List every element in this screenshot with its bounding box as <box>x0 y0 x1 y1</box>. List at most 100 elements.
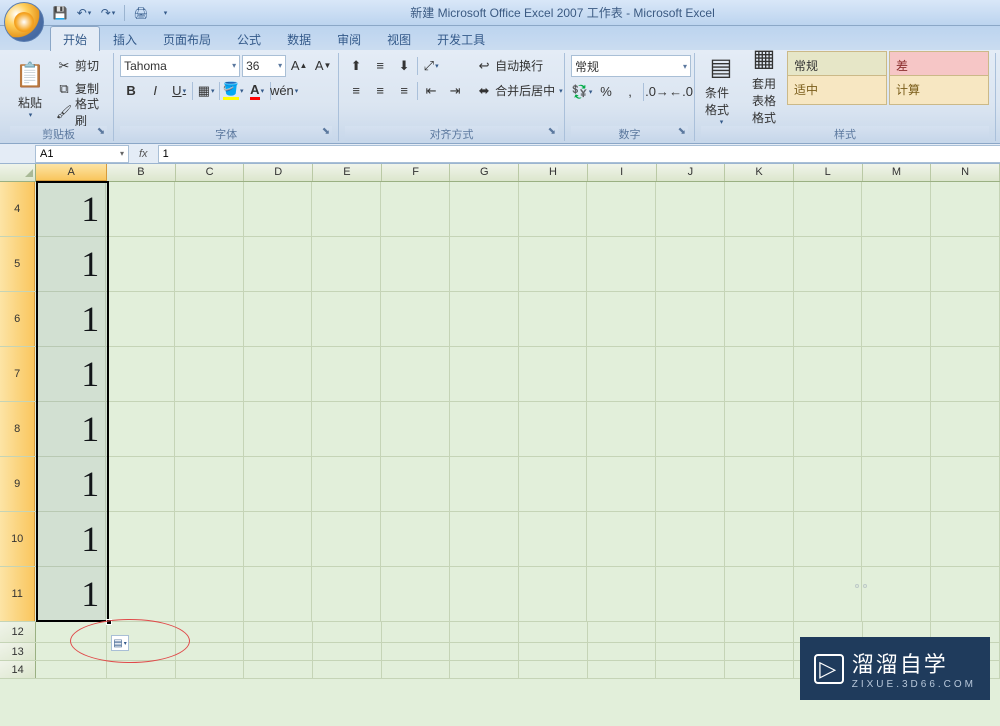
cell-F13[interactable] <box>382 643 451 660</box>
cell-J7[interactable] <box>656 347 725 401</box>
cell-D9[interactable] <box>244 457 313 511</box>
cell-L7[interactable] <box>794 347 863 401</box>
merge-center-button[interactable]: ⬌合并后居中▾ <box>473 80 573 101</box>
cell-N10[interactable] <box>931 512 1000 566</box>
col-header-B[interactable]: B <box>107 164 176 181</box>
tab-data[interactable]: 数据 <box>274 26 324 51</box>
cell-A14[interactable] <box>36 661 107 678</box>
cell-K9[interactable] <box>725 457 794 511</box>
row-header-11[interactable]: 11 <box>0 567 36 621</box>
cell-L10[interactable] <box>794 512 863 566</box>
cell-H5[interactable] <box>519 237 588 291</box>
cell-J10[interactable] <box>656 512 725 566</box>
cell-style-neutral[interactable]: 适中 <box>787 75 887 105</box>
cell-B11[interactable] <box>106 567 175 621</box>
cell-M10[interactable] <box>862 512 931 566</box>
col-header-M[interactable]: M <box>863 164 932 181</box>
cell-A11[interactable]: 1 <box>35 567 106 621</box>
align-middle-button[interactable]: ≡ <box>369 55 391 76</box>
office-button[interactable] <box>4 2 44 42</box>
cell-D14[interactable] <box>244 661 313 678</box>
row-header-4[interactable]: 4 <box>0 182 36 236</box>
cell-C14[interactable] <box>176 661 245 678</box>
font-size-combo[interactable]: 36▾ <box>242 55 286 77</box>
increase-indent-button[interactable]: ⇥ <box>444 80 466 101</box>
cell-I7[interactable] <box>587 347 656 401</box>
grow-font-button[interactable]: A▲ <box>288 55 310 76</box>
fill-color-button[interactable]: 🪣▾ <box>222 80 244 101</box>
cell-C12[interactable] <box>176 622 245 642</box>
cell-B7[interactable] <box>106 347 175 401</box>
cell-G6[interactable] <box>450 292 519 346</box>
cell-N8[interactable] <box>931 402 1000 456</box>
cell-I12[interactable] <box>588 622 657 642</box>
cell-F14[interactable] <box>382 661 451 678</box>
qat-customize-icon[interactable]: ▾ <box>155 3 175 23</box>
cell-J8[interactable] <box>656 402 725 456</box>
cell-K8[interactable] <box>725 402 794 456</box>
cell-I8[interactable] <box>587 402 656 456</box>
cell-E5[interactable] <box>312 237 381 291</box>
cell-G13[interactable] <box>450 643 519 660</box>
col-header-N[interactable]: N <box>931 164 1000 181</box>
align-top-button[interactable]: ⬆ <box>345 55 367 76</box>
col-header-A[interactable]: A <box>36 164 107 182</box>
decrease-decimal-button[interactable]: ←.0 <box>670 81 692 102</box>
row-header-14[interactable]: 14 <box>0 661 36 678</box>
qat-redo-icon[interactable]: ↷▾ <box>98 3 118 23</box>
col-header-C[interactable]: C <box>176 164 245 181</box>
cell-M8[interactable] <box>862 402 931 456</box>
align-left-button[interactable]: ≡ <box>345 80 367 101</box>
decrease-indent-button[interactable]: ⇤ <box>420 80 442 101</box>
align-bottom-button[interactable]: ⬇ <box>393 55 415 76</box>
cell-K11[interactable] <box>725 567 794 621</box>
bold-button[interactable]: B <box>120 80 142 101</box>
cell-F5[interactable] <box>381 237 450 291</box>
cell-J13[interactable] <box>656 643 725 660</box>
tab-developer[interactable]: 开发工具 <box>424 26 498 51</box>
cell-C7[interactable] <box>175 347 244 401</box>
cell-N7[interactable] <box>931 347 1000 401</box>
cell-B5[interactable] <box>106 237 175 291</box>
cell-G11[interactable] <box>450 567 519 621</box>
cell-I9[interactable] <box>587 457 656 511</box>
cell-K12[interactable] <box>725 622 794 642</box>
format-painter-button[interactable]: 🖌格式刷 <box>53 101 107 122</box>
format-as-table-button[interactable]: ▦ 套用 表格格式▾ <box>744 55 784 123</box>
cell-B14[interactable] <box>107 661 176 678</box>
cell-H13[interactable] <box>519 643 588 660</box>
qat-print-icon[interactable]: 🖨 <box>131 3 151 23</box>
row-header-6[interactable]: 6 <box>0 292 36 346</box>
cell-H7[interactable] <box>519 347 588 401</box>
tab-home[interactable]: 开始 <box>50 26 100 51</box>
cell-E12[interactable] <box>313 622 382 642</box>
border-button[interactable]: ▦▾ <box>195 80 217 101</box>
cell-K7[interactable] <box>725 347 794 401</box>
launcher-icon[interactable]: ⬊ <box>678 126 686 137</box>
cell-F4[interactable] <box>381 182 450 236</box>
cell-style-calc[interactable]: 计算 <box>889 75 989 105</box>
cell-E14[interactable] <box>313 661 382 678</box>
fill-handle[interactable] <box>106 619 112 625</box>
cell-I10[interactable] <box>587 512 656 566</box>
row-header-12[interactable]: 12 <box>0 622 36 642</box>
cell-F11[interactable] <box>381 567 450 621</box>
cell-J6[interactable] <box>656 292 725 346</box>
tab-formulas[interactable]: 公式 <box>224 26 274 51</box>
cell-E9[interactable] <box>312 457 381 511</box>
cell-J5[interactable] <box>656 237 725 291</box>
cell-I4[interactable] <box>587 182 656 236</box>
cell-K13[interactable] <box>725 643 794 660</box>
paste-button[interactable]: 📋 粘贴 ▾ <box>10 55 50 123</box>
col-header-D[interactable]: D <box>244 164 313 181</box>
cell-A10[interactable]: 1 <box>35 512 106 566</box>
cell-D13[interactable] <box>244 643 313 660</box>
cell-F12[interactable] <box>382 622 451 642</box>
cell-L5[interactable] <box>794 237 863 291</box>
cell-M9[interactable] <box>862 457 931 511</box>
cell-N5[interactable] <box>931 237 1000 291</box>
cell-H14[interactable] <box>519 661 588 678</box>
cell-C8[interactable] <box>175 402 244 456</box>
cell-G8[interactable] <box>450 402 519 456</box>
increase-decimal-button[interactable]: .0→ <box>646 81 668 102</box>
